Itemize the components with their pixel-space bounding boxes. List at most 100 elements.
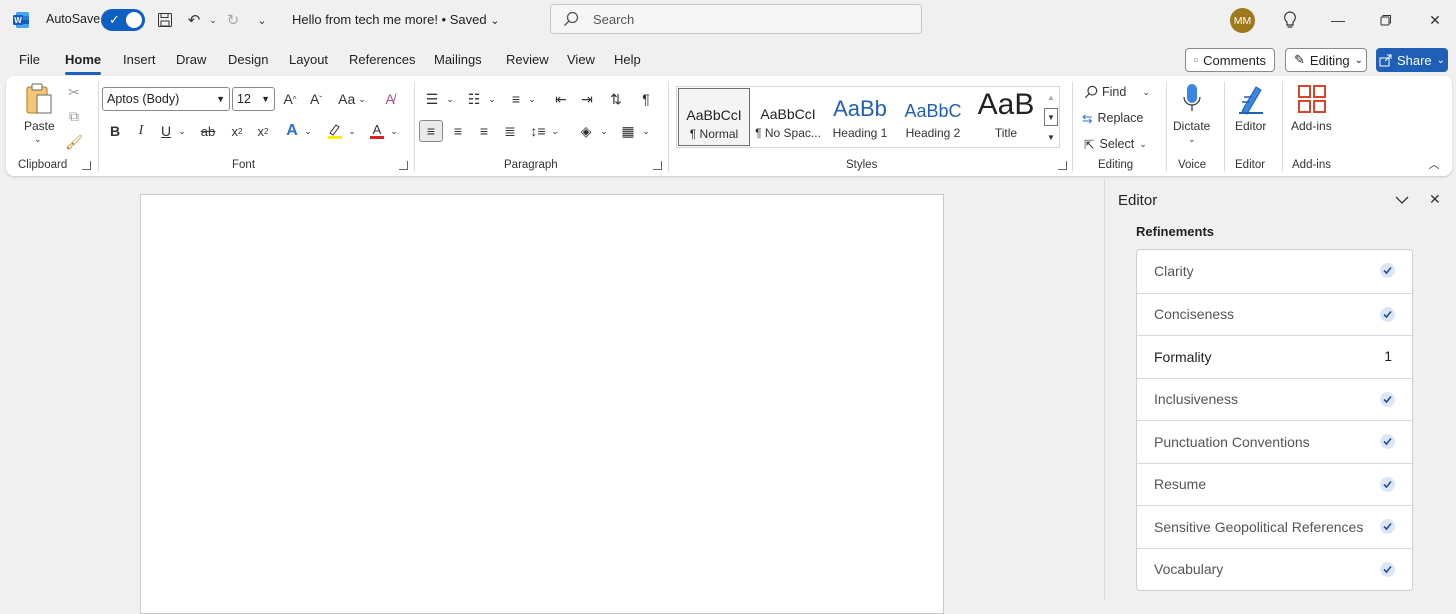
microphone-icon[interactable] [1180, 82, 1204, 116]
sort-icon[interactable]: ⇅ [606, 88, 626, 110]
autosave-toggle[interactable]: ✓ [101, 9, 145, 31]
justify-icon[interactable]: ≣ [500, 120, 520, 142]
chevron-down-icon[interactable]: ⌄ [203, 10, 223, 30]
refinement-item[interactable]: Punctuation Conventions [1137, 420, 1412, 463]
cut-icon[interactable]: ✂ [64, 82, 84, 102]
refinement-item[interactable]: Formality 1 [1137, 335, 1412, 378]
refinement-item[interactable]: Clarity [1137, 250, 1412, 293]
redo-icon[interactable]: ↻ [223, 10, 243, 30]
tab-references[interactable]: References [349, 52, 415, 67]
bold-icon[interactable]: B [106, 120, 124, 142]
document-page[interactable] [140, 194, 944, 614]
align-left-icon[interactable]: ≡ [419, 120, 443, 142]
font-color-icon[interactable]: A [366, 120, 388, 142]
chevron-down-icon[interactable]: ⌄ [346, 120, 358, 142]
comments-button[interactable]: Comments [1185, 48, 1275, 72]
style-heading-2[interactable]: AaBbC Heading 2 [897, 88, 969, 146]
paste-icon[interactable] [22, 82, 56, 116]
style-no-spacing[interactable]: AaBbCcI ¶ No Spac... [752, 88, 824, 146]
chevron-down-icon[interactable]: ⌄ [444, 88, 456, 110]
font-name-select[interactable]: Aptos (Body) ▼ [102, 87, 230, 111]
tab-draw[interactable]: Draw [176, 52, 206, 67]
tab-layout[interactable]: Layout [289, 52, 328, 67]
refinement-item[interactable]: Inclusiveness [1137, 377, 1412, 421]
style-title[interactable]: AaB Title [970, 88, 1042, 146]
borders-icon[interactable]: ▦ [618, 120, 638, 142]
line-spacing-icon[interactable]: ↕≡ [528, 120, 548, 142]
close-icon[interactable]: ✕ [1429, 191, 1441, 208]
format-painter-icon[interactable]: 🖌 [64, 132, 84, 152]
tab-help[interactable]: Help [614, 52, 641, 67]
styles-launcher-icon[interactable] [1058, 161, 1067, 170]
search-box[interactable]: Search [550, 4, 922, 34]
refinement-item[interactable]: Vocabulary [1137, 547, 1412, 591]
tab-insert[interactable]: Insert [123, 52, 156, 67]
bullets-icon[interactable]: ☰ [422, 88, 442, 110]
change-case-button[interactable]: Aa ⌄ [336, 88, 368, 110]
find-button[interactable]: Find ⌄ [1084, 82, 1164, 102]
tab-view[interactable]: View [567, 52, 595, 67]
replace-button[interactable]: ⇆ Replace [1082, 108, 1162, 128]
customize-toolbar-icon[interactable]: ⌄ [252, 10, 272, 30]
save-icon[interactable] [155, 10, 175, 30]
dictate-label[interactable]: Dictate [1173, 119, 1210, 133]
numbering-icon[interactable]: ☷ [464, 88, 484, 110]
increase-indent-icon[interactable]: ⇥ [577, 88, 597, 110]
document-title[interactable]: Hello from tech me more! • Saved ⌄ [292, 12, 499, 27]
show-formatting-icon[interactable]: ¶ [636, 88, 656, 110]
tab-design[interactable]: Design [228, 52, 268, 67]
underline-icon[interactable]: U [157, 120, 175, 142]
undo-icon[interactable]: ↶ [184, 10, 204, 30]
tab-review[interactable]: Review [506, 52, 549, 67]
select-button[interactable]: ⇱ Select ⌄ [1084, 134, 1164, 154]
font-launcher-icon[interactable] [399, 161, 408, 170]
editor-button-label[interactable]: Editor [1235, 119, 1266, 133]
align-center-icon[interactable]: ≡ [448, 120, 468, 142]
chevron-down-icon[interactable]: ⌄ [176, 120, 188, 142]
italic-icon[interactable]: I [132, 120, 150, 142]
refinement-item[interactable]: Conciseness [1137, 292, 1412, 336]
refinement-item[interactable]: Resume [1137, 462, 1412, 506]
addins-icon[interactable] [1296, 82, 1328, 116]
restore-icon[interactable] [1374, 8, 1398, 32]
minimize-icon[interactable]: — [1326, 8, 1350, 32]
tab-mailings[interactable]: Mailings [434, 52, 482, 67]
chevron-down-icon[interactable]: ⌄ [549, 120, 561, 142]
shading-icon[interactable]: ◈ [576, 120, 596, 142]
editor-pen-icon[interactable] [1234, 82, 1268, 116]
close-icon[interactable]: ✕ [1423, 8, 1447, 32]
align-right-icon[interactable]: ≡ [474, 120, 494, 142]
styles-more-icon[interactable]: ▼ [1044, 128, 1058, 146]
style-normal[interactable]: AaBbCcI ¶ Normal [678, 88, 750, 146]
chevron-down-icon[interactable] [1395, 192, 1409, 208]
grow-font-icon[interactable]: A ^ [280, 88, 300, 110]
decrease-indent-icon[interactable]: ⇤ [551, 88, 571, 110]
text-effects-icon[interactable]: A [282, 120, 302, 142]
superscript-icon[interactable]: x2 [254, 120, 272, 142]
lightbulb-icon[interactable] [1278, 8, 1302, 32]
copy-icon[interactable]: ⧉ [64, 106, 84, 126]
chevron-down-icon[interactable]: ⌄ [388, 120, 400, 142]
highlight-icon[interactable] [324, 120, 346, 142]
font-size-select[interactable]: 12 ▼ [232, 87, 275, 111]
chevron-down-icon[interactable]: ⌄ [526, 88, 538, 110]
strikethrough-icon[interactable]: ab [198, 120, 218, 142]
editing-mode-button[interactable]: ✎ Editing ⌄ [1285, 48, 1367, 72]
subscript-icon[interactable]: x2 [228, 120, 246, 142]
scroll-down-icon[interactable]: ▼ [1044, 108, 1058, 126]
chevron-down-icon[interactable]: ⌄ [486, 88, 498, 110]
collapse-ribbon-icon[interactable]: ︿ [1426, 156, 1442, 172]
shrink-font-icon[interactable]: Aˇ [306, 88, 326, 110]
chevron-down-icon[interactable]: ⌄ [598, 120, 610, 142]
clipboard-launcher-icon[interactable] [82, 161, 91, 170]
paragraph-launcher-icon[interactable] [653, 161, 662, 170]
tab-file[interactable]: File [19, 52, 40, 67]
style-heading-1[interactable]: AaBb Heading 1 [824, 88, 896, 146]
clear-formatting-icon[interactable]: A̸ [380, 88, 400, 110]
chevron-down-icon[interactable]: ⌄ [302, 120, 314, 142]
chevron-down-icon[interactable]: ⌄ [1188, 134, 1196, 145]
paste-label[interactable]: Paste [24, 119, 55, 133]
tab-home[interactable]: Home [65, 52, 102, 75]
scroll-up-icon[interactable]: ▲ [1044, 88, 1058, 106]
avatar[interactable]: MM [1230, 8, 1255, 33]
